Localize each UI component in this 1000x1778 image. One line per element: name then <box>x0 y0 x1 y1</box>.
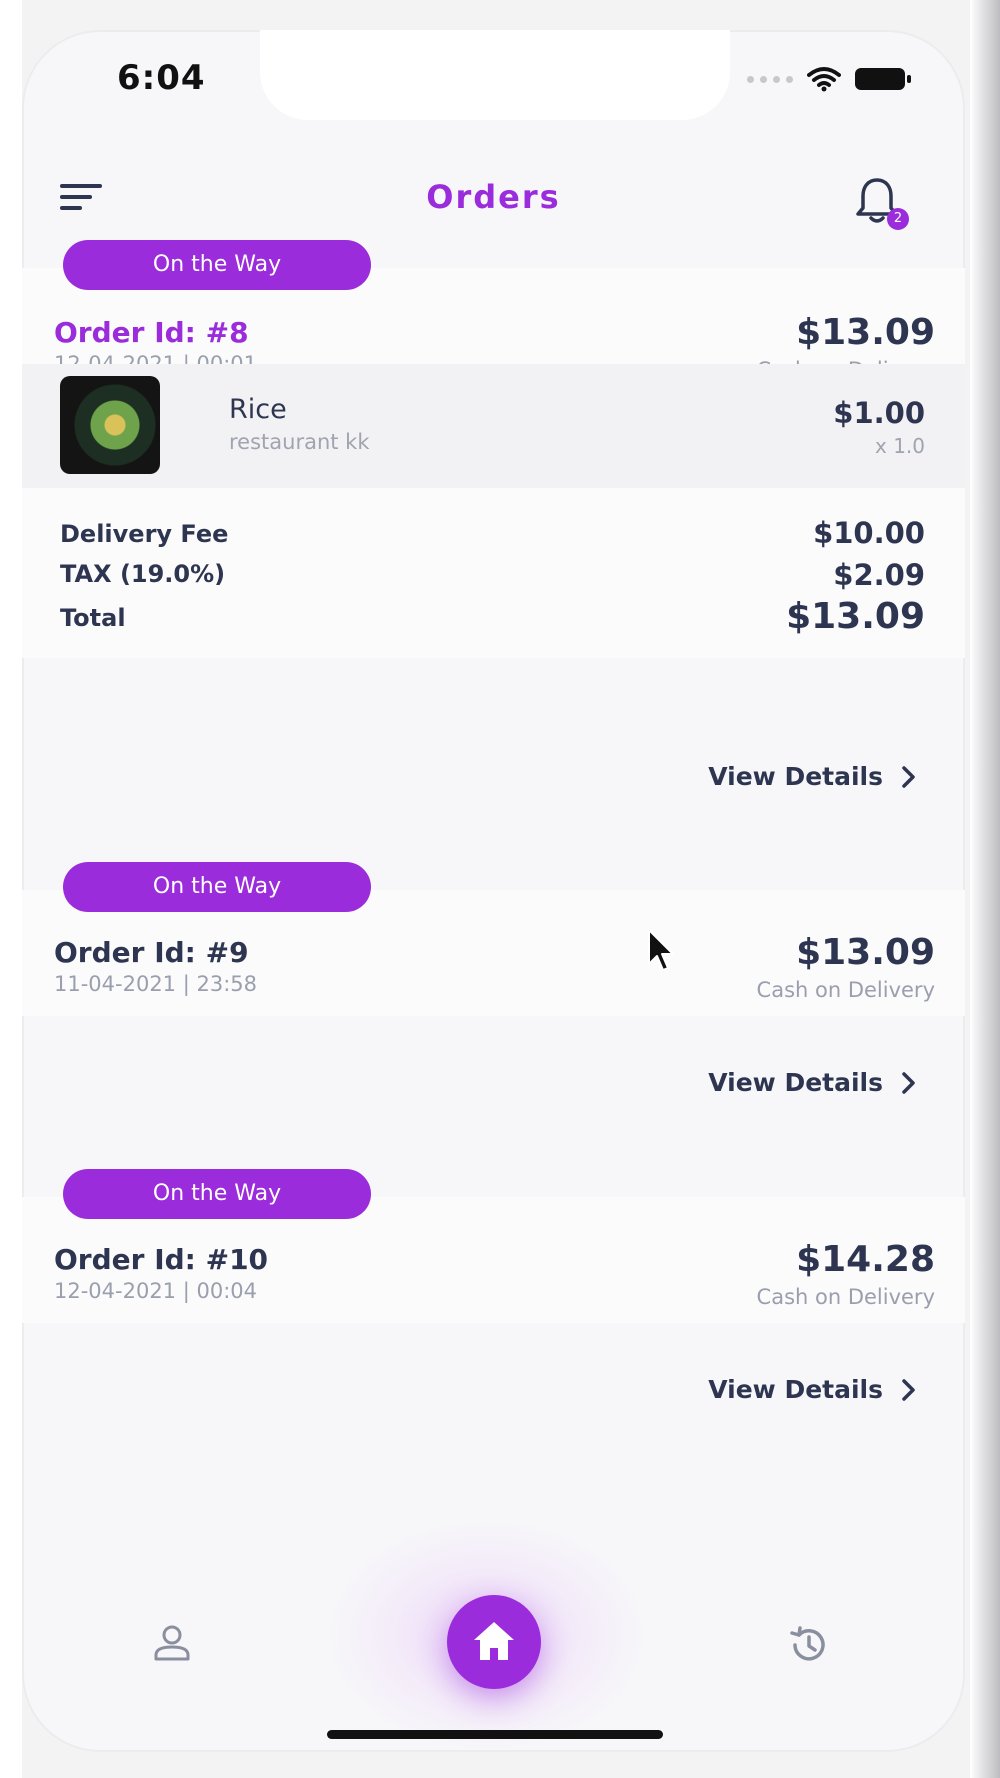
home-indicator <box>327 1730 663 1739</box>
notch <box>260 30 730 120</box>
phone-screen: 6:04 Orders 2 On the Way Order Id: #8 1 <box>22 30 965 1752</box>
notifications-button[interactable]: 2 <box>855 176 909 230</box>
view-details-link[interactable]: View Details <box>708 762 917 791</box>
item-name: Rice <box>229 394 287 425</box>
view-details-link[interactable]: View Details <box>708 1068 917 1097</box>
chevron-right-icon <box>902 765 915 788</box>
delivery-fee-label: Delivery Fee <box>60 520 229 548</box>
order-totals: Delivery Fee $10.00 TAX (19.0%) $2.09 To… <box>22 488 965 658</box>
tax-label: TAX (19.0%) <box>60 560 226 588</box>
status-time: 6:04 <box>117 58 206 98</box>
food-image <box>60 376 160 474</box>
payment-method: Cash on Delivery <box>756 1285 935 1309</box>
device-edge-left <box>0 0 22 1778</box>
item-quantity: x 1.0 <box>875 434 925 458</box>
home-button[interactable] <box>447 1595 541 1689</box>
user-icon[interactable] <box>152 1623 192 1663</box>
history-icon[interactable] <box>787 1623 831 1667</box>
order-item-row: Rice restaurant kk $1.00 x 1.0 <box>22 364 965 488</box>
bottom-nav <box>22 1515 965 1752</box>
tax-value: $2.09 <box>833 558 925 592</box>
item-price: $1.00 <box>833 396 925 430</box>
payment-method: Cash on Delivery <box>756 978 935 1002</box>
chevron-right-icon <box>902 1378 915 1401</box>
order-date: 11-04-2021 | 23:58 <box>54 972 257 996</box>
page-title: Orders <box>426 178 561 216</box>
chevron-right-icon <box>902 1071 915 1094</box>
total-label: Total <box>60 604 126 632</box>
order-status-pill: On the Way <box>63 1169 371 1219</box>
order-price: $13.09 <box>796 932 935 973</box>
wifi-icon <box>807 67 841 92</box>
order-status-pill: On the Way <box>63 240 371 290</box>
order-price: $13.09 <box>796 312 935 353</box>
view-details-label: View Details <box>708 762 883 791</box>
status-icons <box>747 66 911 92</box>
order-id: Order Id: #10 <box>54 1243 269 1276</box>
item-restaurant: restaurant kk <box>229 430 370 454</box>
home-icon <box>474 1622 514 1660</box>
notification-badge: 2 <box>887 208 909 230</box>
view-details-label: View Details <box>708 1375 883 1404</box>
app-header: Orders 2 <box>22 140 965 250</box>
order-id: Order Id: #8 <box>54 316 249 349</box>
signal-icon <box>747 75 793 83</box>
mouse-cursor-icon <box>648 929 674 971</box>
device-edge-right <box>970 0 1000 1778</box>
order-price: $14.28 <box>796 1239 935 1280</box>
view-details-link[interactable]: View Details <box>708 1375 917 1404</box>
delivery-fee-value: $10.00 <box>813 516 925 550</box>
order-date: 12-04-2021 | 00:04 <box>54 1279 257 1303</box>
total-value: $13.09 <box>786 596 925 637</box>
order-id: Order Id: #9 <box>54 936 249 969</box>
battery-icon <box>855 68 911 90</box>
view-details-label: View Details <box>708 1068 883 1097</box>
order-status-pill: On the Way <box>63 862 371 912</box>
